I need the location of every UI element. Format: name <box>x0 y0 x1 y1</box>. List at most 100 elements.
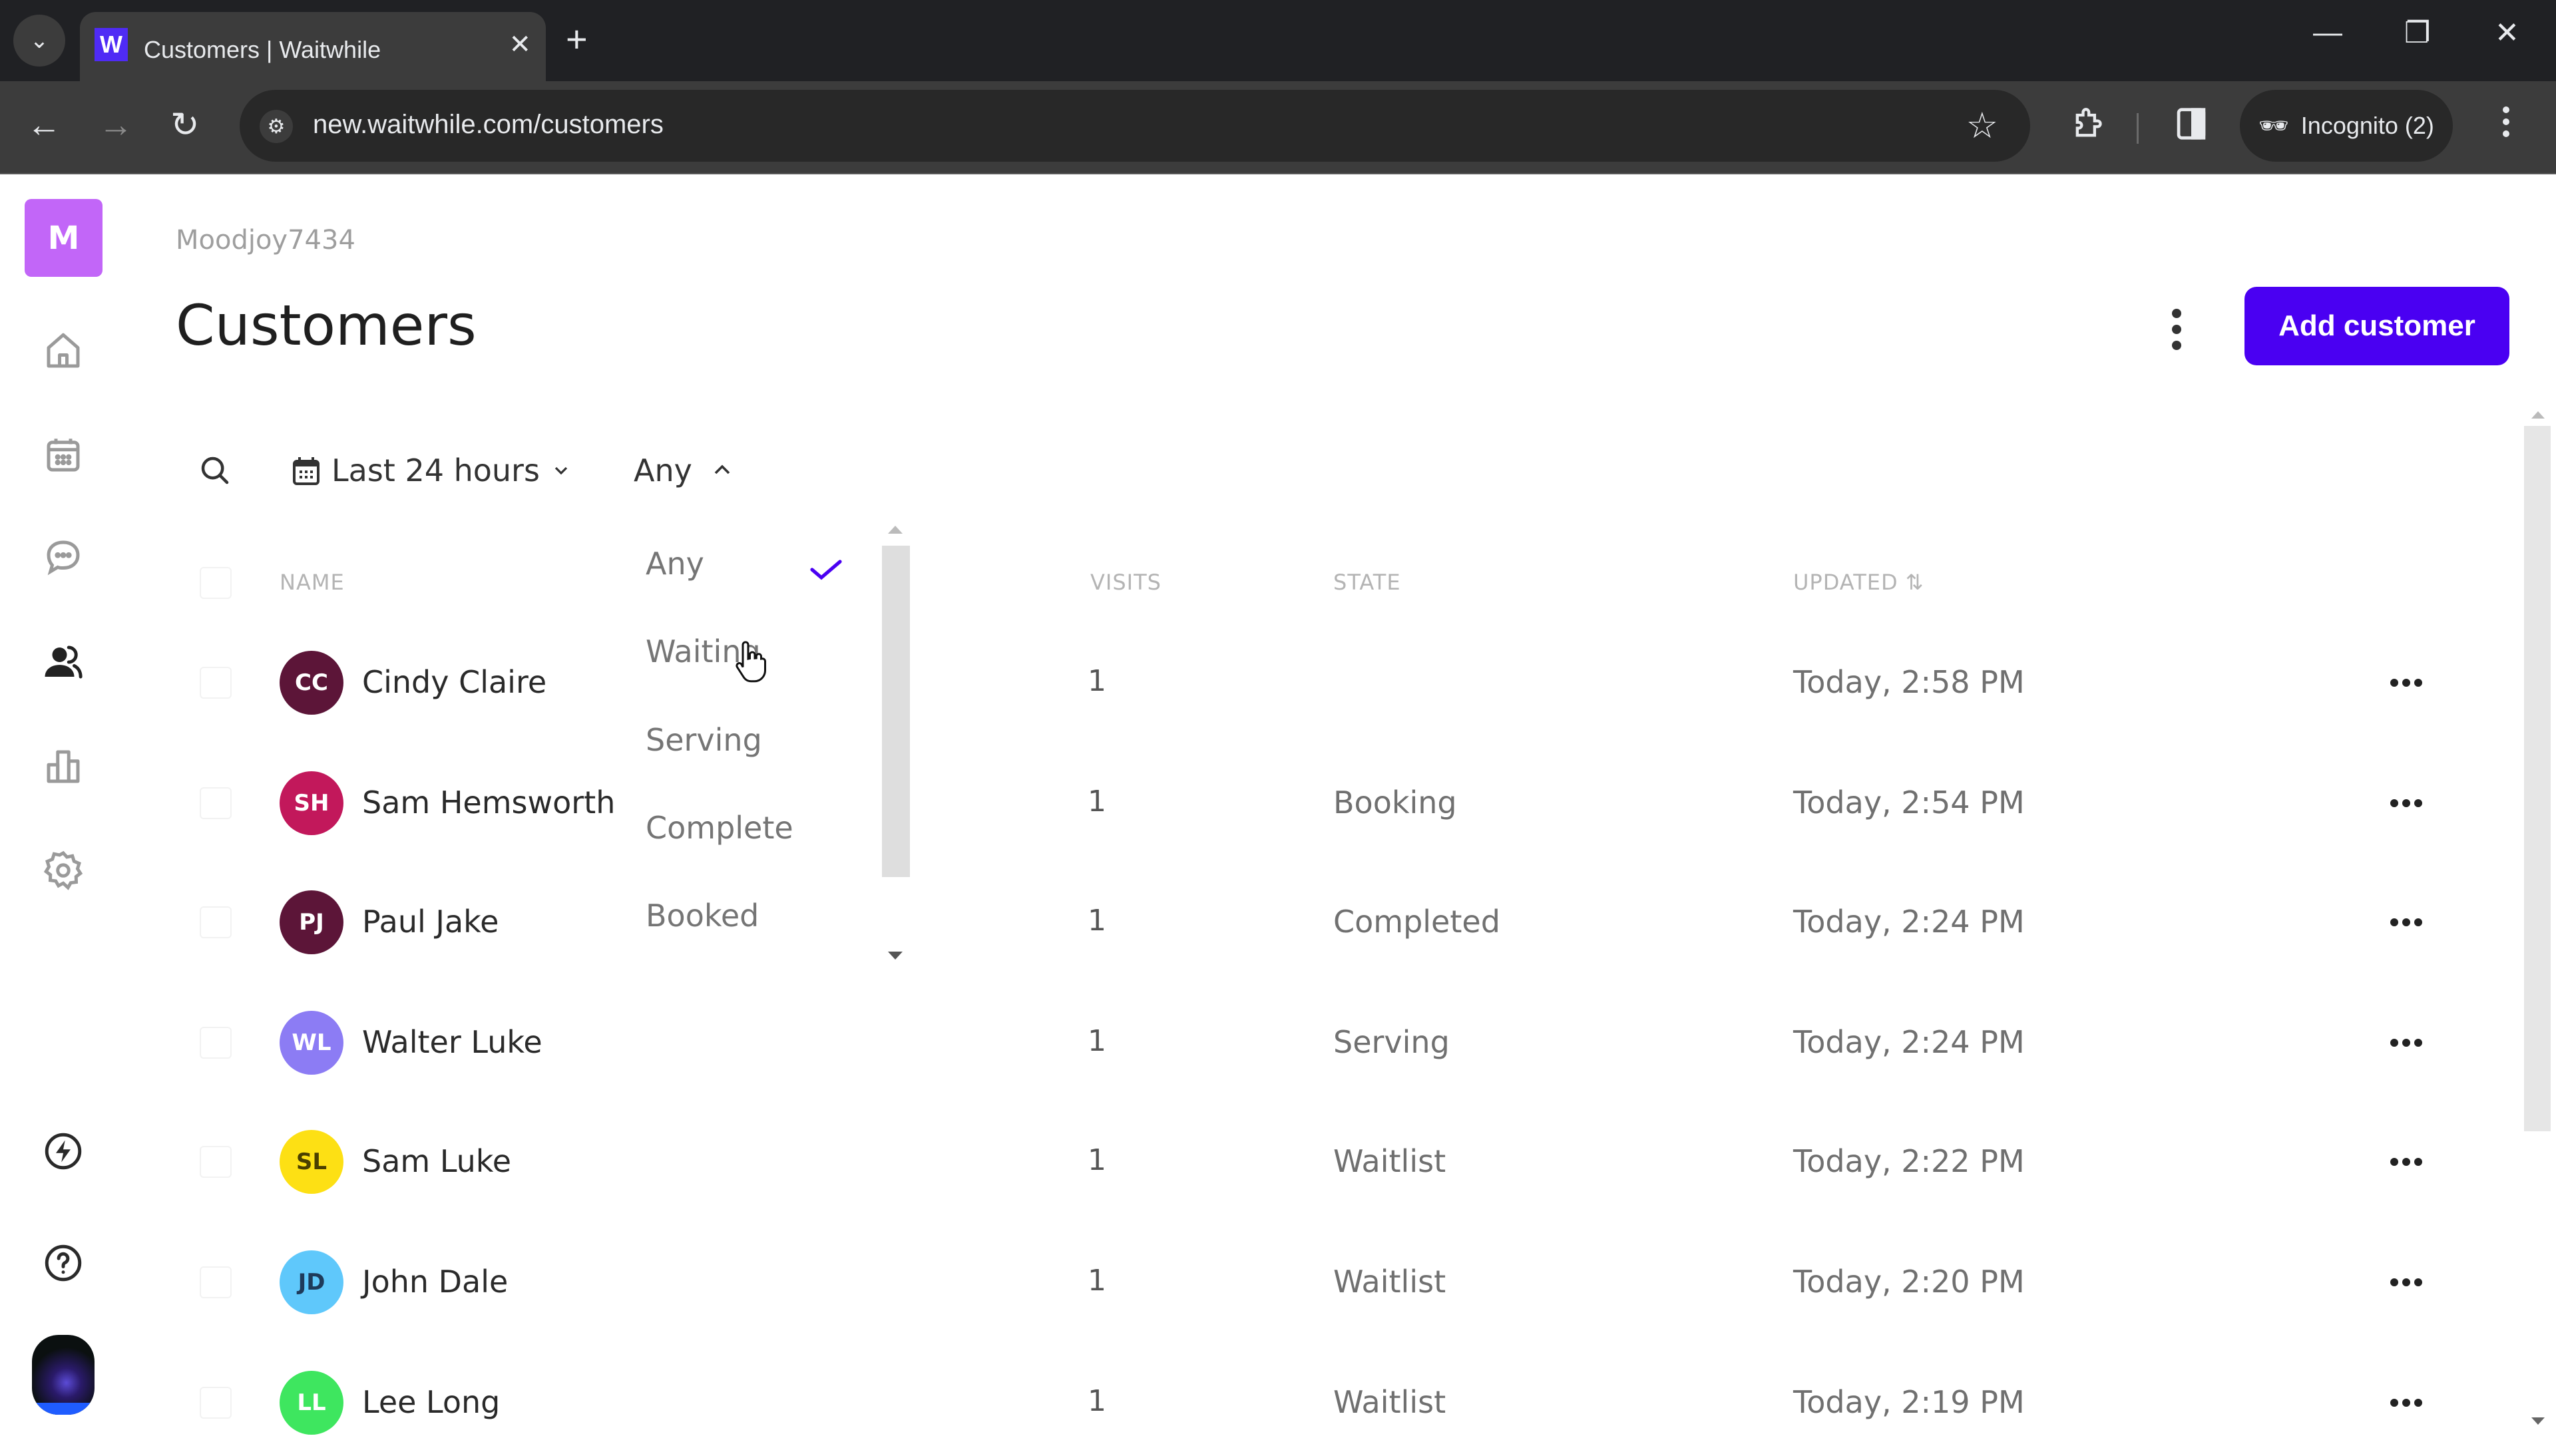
column-header-state[interactable]: STATE <box>1333 570 1401 595</box>
visits-count: 1 <box>1088 785 1106 819</box>
calendar-small-icon <box>293 457 320 485</box>
table-row[interactable]: CC Cindy Claire 1 Today, 2:58 PM <box>0 630 2503 736</box>
incognito-indicator[interactable]: 🕶 Incognito (2) <box>2240 90 2453 162</box>
customer-name[interactable]: Cindy Claire <box>362 664 546 700</box>
row-more-actions-icon[interactable] <box>2383 1029 2430 1056</box>
avatar: SH <box>280 771 343 835</box>
page-scroll-up-arrow[interactable] <box>2531 411 2545 419</box>
dropdown-option-booked[interactable]: Booked <box>646 898 759 934</box>
forward-arrow-icon[interactable]: → <box>99 105 133 145</box>
visits-count: 1 <box>1088 1264 1106 1298</box>
home-icon[interactable] <box>37 325 90 378</box>
updated-time: Today, 2:58 PM <box>1793 664 2025 700</box>
chevron-up-icon <box>714 464 730 474</box>
tab-search-button[interactable]: ⌄ <box>13 15 65 67</box>
chevron-down-icon <box>554 466 568 475</box>
extensions-icon[interactable] <box>2070 106 2105 148</box>
tab-close-icon[interactable]: ✕ <box>509 29 531 60</box>
updated-time: Today, 2:24 PM <box>1793 904 2025 940</box>
address-bar[interactable]: ⚙ new.waitwhile.com/customers ☆ <box>240 90 2030 162</box>
breadcrumb[interactable]: Moodjoy7434 <box>176 225 355 256</box>
updated-time: Today, 2:19 PM <box>1793 1384 2025 1420</box>
visits-count: 1 <box>1088 904 1106 938</box>
row-more-actions-icon[interactable] <box>2383 669 2430 696</box>
minimize-button[interactable]: — <box>2313 16 2342 49</box>
chat-icon[interactable] <box>37 530 90 584</box>
date-range-label: Last 24 hours <box>331 453 540 488</box>
customer-name[interactable]: John Dale <box>362 1264 508 1300</box>
row-more-actions-icon[interactable] <box>2383 1149 2430 1175</box>
avatar: PJ <box>280 890 343 954</box>
dropdown-scroll-up-arrow[interactable] <box>888 526 903 534</box>
avatar: SL <box>280 1130 343 1194</box>
customer-name[interactable]: Walter Luke <box>362 1024 542 1060</box>
select-all-checkbox[interactable] <box>200 567 232 599</box>
page-scroll-down-arrow[interactable] <box>2531 1417 2545 1425</box>
dropdown-scroll-down-arrow[interactable] <box>888 952 903 960</box>
row-checkbox[interactable] <box>200 1387 232 1419</box>
url-text[interactable]: new.waitwhile.com/customers <box>313 110 664 140</box>
dropdown-option-serving[interactable]: Serving <box>646 722 762 758</box>
row-checkbox[interactable] <box>200 667 232 699</box>
add-customer-button[interactable]: Add customer <box>2244 287 2509 365</box>
customer-state: Waitlist <box>1333 1143 1446 1179</box>
column-header-name[interactable]: NAME <box>280 570 345 595</box>
visits-count: 1 <box>1088 1143 1106 1177</box>
table-row[interactable]: PJ Paul Jake 1 Completed Today, 2:24 PM <box>0 869 2503 976</box>
restore-button[interactable]: ❐ <box>2404 16 2430 50</box>
customer-name[interactable]: Sam Luke <box>362 1143 511 1179</box>
page-title: Customers <box>176 293 477 358</box>
incognito-icon: 🕶 <box>2258 112 2289 139</box>
row-checkbox[interactable] <box>200 1146 232 1178</box>
row-checkbox[interactable] <box>200 787 232 819</box>
workspace-logo[interactable]: M <box>25 199 103 277</box>
updated-time: Today, 2:54 PM <box>1793 785 2025 820</box>
back-arrow-icon[interactable]: ← <box>27 105 61 145</box>
table-row[interactable]: SH Sam Hemsworth 1 Booking Today, 2:54 P… <box>0 750 2503 856</box>
row-more-actions-icon[interactable] <box>2383 1389 2430 1416</box>
row-checkbox[interactable] <box>200 1266 232 1298</box>
waitwhile-favicon-icon: W <box>95 28 128 61</box>
column-header-visits[interactable]: VISITS <box>1090 570 1162 595</box>
dropdown-option-complete[interactable]: Complete <box>646 810 793 846</box>
new-tab-button[interactable]: + <box>566 17 588 61</box>
table-row[interactable]: LL Lee Long 1 Waitlist Today, 2:19 PM <box>0 1350 2503 1456</box>
visits-count: 1 <box>1088 664 1106 698</box>
tab-title: Customers | Waitwhile <box>144 36 381 63</box>
browser-tab-bar: ⌄ W Customers | Waitwhile ✕ + — ❐ ✕ <box>0 0 2556 81</box>
visits-count: 1 <box>1088 1024 1106 1058</box>
state-filter[interactable]: Any <box>634 447 732 494</box>
updated-time: Today, 2:22 PM <box>1793 1143 2025 1179</box>
row-checkbox[interactable] <box>200 906 232 938</box>
column-header-updated[interactable]: UPDATED ⇅ <box>1793 570 1924 595</box>
customer-name[interactable]: Sam Hemsworth <box>362 785 615 820</box>
calendar-icon[interactable] <box>37 429 90 482</box>
hand-cursor-icon <box>736 641 766 683</box>
dropdown-option-any[interactable]: Any <box>646 546 704 582</box>
row-more-actions-icon[interactable] <box>2383 790 2430 817</box>
browser-tab-active[interactable]: W Customers | Waitwhile ✕ <box>80 12 546 81</box>
row-more-actions-icon[interactable] <box>2383 1269 2430 1296</box>
page-scrollbar[interactable] <box>2524 426 2551 1131</box>
more-options-icon[interactable] <box>2157 299 2197 359</box>
table-row[interactable]: WL Walter Luke 1 Serving Today, 2:24 PM <box>0 990 2503 1096</box>
side-panel-icon[interactable] <box>2175 106 2207 148</box>
table-row[interactable]: SL Sam Luke 1 Waitlist Today, 2:22 PM <box>0 1109 2503 1215</box>
row-more-actions-icon[interactable] <box>2383 909 2430 936</box>
site-info-icon[interactable]: ⚙ <box>260 110 293 143</box>
sort-icon[interactable]: ⇅ <box>1906 570 1924 595</box>
search-icon[interactable] <box>197 453 233 488</box>
browser-menu-icon[interactable] <box>2503 106 2509 137</box>
window-close-button[interactable]: ✕ <box>2495 16 2519 50</box>
dropdown-scrollbar[interactable] <box>882 546 910 877</box>
state-dropdown-menu: Any Waiting Serving Complete Booked <box>619 526 919 965</box>
customer-state: Serving <box>1333 1024 1450 1060</box>
date-range-filter[interactable]: Last 24 hours <box>293 447 570 494</box>
reload-icon[interactable]: ↻ <box>170 105 200 145</box>
row-checkbox[interactable] <box>200 1027 232 1059</box>
bookmark-star-icon[interactable]: ☆ <box>1966 104 1998 146</box>
avatar: CC <box>280 651 343 715</box>
customer-name[interactable]: Paul Jake <box>362 904 499 940</box>
table-row[interactable]: JD John Dale 1 Waitlist Today, 2:20 PM <box>0 1229 2503 1336</box>
customer-name[interactable]: Lee Long <box>362 1384 500 1420</box>
